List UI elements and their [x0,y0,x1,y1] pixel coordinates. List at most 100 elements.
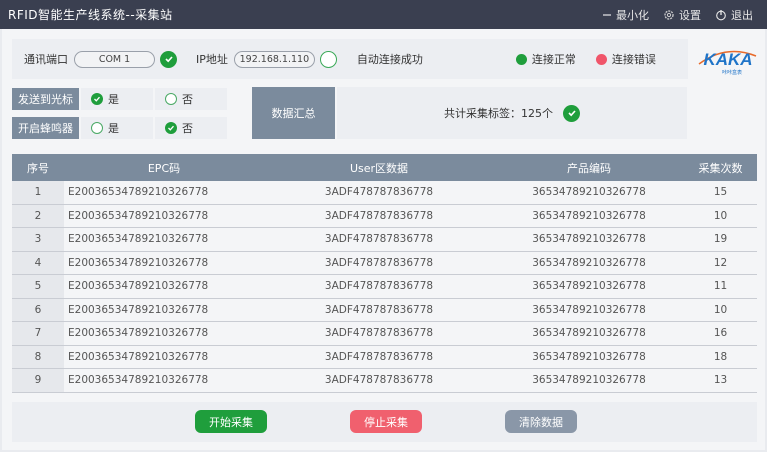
kaka-logo: KAKA 咔咔盒表 [695,39,761,79]
epc-cell: E20036534789210326778 [64,322,264,345]
settings-button[interactable]: 设置 [663,7,701,23]
epc-cell: E20036534789210326778 [64,204,264,227]
header-product-code[interactable]: 产品编码 [494,160,684,176]
user-data-cell: 3ADF478787836778 [264,251,494,274]
user-data-cell-text: 3ADF478787836778 [324,280,434,293]
count-cell: 10 [684,298,757,321]
send-cursor-row: 发送到光标 是 否 [12,88,228,110]
buzzer-yes-option[interactable]: 是 [81,117,153,139]
count-cell: 12 [684,251,757,274]
row-number-text: 2 [34,209,42,222]
window-title: RFID智能生产线系统--采集站 [8,8,173,22]
user-data-cell-text: 3ADF478787836778 [324,327,434,340]
ip-field[interactable]: 192.168.1.110 [233,50,315,68]
table-row[interactable]: 3 E20036534789210326778 3ADF478787836778 36… [12,228,757,252]
product-code-cell-text: 36534789210326778 [532,256,646,269]
epc-cell-text: E20036534789210326778 [68,209,209,222]
epc-cell: E20036534789210326778 [64,298,264,321]
send-cursor-no-label: 否 [182,93,193,106]
epc-cell-text: E20036534789210326778 [68,256,209,269]
epc-cell: E20036534789210326778 [64,369,264,392]
count-cell-text: 11 [713,280,728,293]
table-row[interactable]: 5 E20036534789210326778 3ADF478787836778 36… [12,275,757,299]
buzzer-no-option[interactable]: 否 [155,117,227,139]
count-cell: 18 [684,345,757,368]
send-cursor-yes-option[interactable]: 是 [81,88,153,110]
legend-ok-label: 连接正常 [531,53,576,66]
header-user-data[interactable]: User区数据 [264,160,494,176]
epc-cell-text: E20036534789210326778 [68,374,209,387]
header-epc[interactable]: EPC码 [64,160,264,176]
radio-selected-icon [91,93,103,105]
exit-button[interactable]: 退出 [715,7,753,23]
count-cell-text: 10 [713,209,728,222]
row-number-text: 5 [34,280,42,293]
exit-label: 退出 [731,8,753,22]
row-number-text: 9 [34,374,42,387]
start-collect-button[interactable]: 开始采集 [195,410,267,433]
row-number: 3 [12,228,64,251]
product-code-cell: 36534789210326778 [494,369,684,392]
product-code-cell: 36534789210326778 [494,345,684,368]
table-header: 序号 EPC码 User区数据 产品编码 采集次数 [12,154,757,181]
epc-cell: E20036534789210326778 [64,228,264,251]
header-no[interactable]: 序号 [12,160,64,176]
ip-status-icon [319,50,337,68]
user-data-cell-text: 3ADF478787836778 [324,233,434,246]
header-count[interactable]: 采集次数 [684,160,757,176]
table-row[interactable]: 1 E20036534789210326778 3ADF478787836778 36… [12,181,757,205]
user-data-cell: 3ADF478787836778 [264,204,494,227]
legend-error-dot [595,53,607,65]
product-code-cell: 36534789210326778 [494,228,684,251]
data-summary-button[interactable]: 数据汇总 [252,87,335,139]
stop-collect-button[interactable]: 停止采集 [350,410,422,433]
buzzer-row: 开启蜂鸣器 是 否 [12,117,228,139]
table-row[interactable]: 8 E20036534789210326778 3ADF478787836778 36… [12,345,757,369]
auto-connect-status: 自动连接成功 [356,53,423,66]
user-data-cell: 3ADF478787836778 [264,298,494,321]
user-data-cell: 3ADF478787836778 [264,345,494,368]
product-code-cell: 36534789210326778 [494,251,684,274]
footer-bar: 开始采集 停止采集 清除数据 [12,402,757,442]
user-data-cell-text: 3ADF478787836778 [324,209,434,222]
epc-cell-text: E20036534789210326778 [68,233,209,246]
port-field[interactable]: COM 1 [74,50,155,68]
count-cell: 19 [684,228,757,251]
row-number: 9 [12,369,64,392]
minimize-button[interactable]: 最小化 [602,7,649,23]
row-number: 5 [12,275,64,298]
table-row[interactable]: 2 E20036534789210326778 3ADF478787836778 36… [12,204,757,228]
table-row[interactable]: 7 E20036534789210326778 3ADF478787836778 36… [12,322,757,346]
user-data-cell-text: 3ADF478787836778 [324,350,434,363]
row-number: 7 [12,322,64,345]
user-data-cell: 3ADF478787836778 [264,228,494,251]
row-number-text: 4 [34,256,42,269]
svg-text:KAKA: KAKA [703,50,752,69]
count-cell-text: 18 [713,350,728,363]
row-number: 6 [12,298,64,321]
table-row[interactable]: 4 E20036534789210326778 3ADF478787836778 36… [12,251,757,275]
user-data-cell: 3ADF478787836778 [264,181,494,204]
user-data-cell-text: 3ADF478787836778 [324,374,434,387]
user-data-cell-text: 3ADF478787836778 [324,303,434,316]
gear-icon [664,9,674,20]
epc-cell: E20036534789210326778 [64,181,264,204]
count-cell: 16 [684,322,757,345]
table-row[interactable]: 9 E20036534789210326778 3ADF478787836778 36… [12,369,757,393]
product-code-cell-text: 36534789210326778 [532,350,646,363]
clear-data-button[interactable]: 清除数据 [505,410,577,433]
send-cursor-no-option[interactable]: 否 [155,88,227,110]
port-label: 通讯端口 [24,53,68,66]
radio-selected-icon [165,122,177,134]
table-row[interactable]: 6 E20036534789210326778 3ADF478787836778 36… [12,298,757,322]
product-code-cell-text: 36534789210326778 [532,233,646,246]
product-code-cell: 36534789210326778 [494,181,684,204]
count-cell-text: 10 [713,303,728,316]
epc-cell-text: E20036534789210326778 [68,327,209,340]
minimize-icon [603,13,611,16]
epc-cell: E20036534789210326778 [64,251,264,274]
buzzer-yes-label: 是 [108,122,119,135]
count-cell-text: 16 [713,327,728,340]
user-data-cell: 3ADF478787836778 [264,322,494,345]
product-code-cell: 36534789210326778 [494,322,684,345]
